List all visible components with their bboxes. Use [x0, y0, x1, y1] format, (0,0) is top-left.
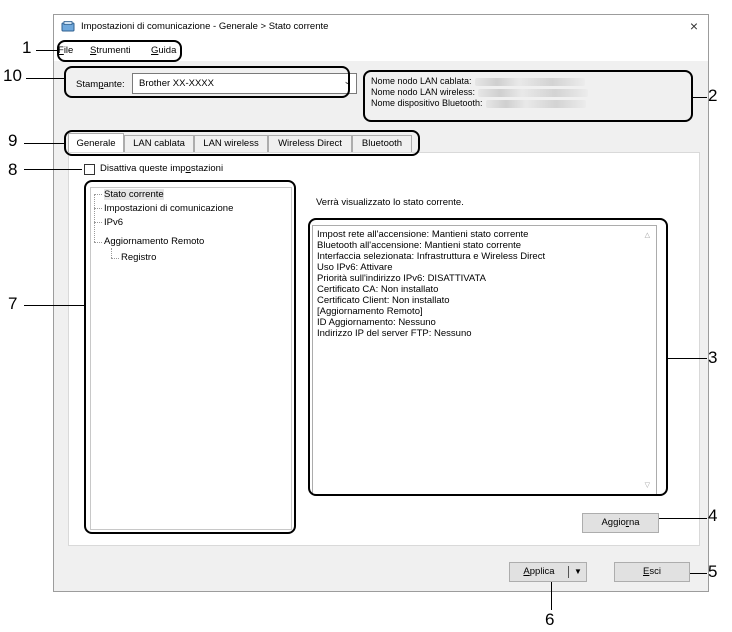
refresh-button[interactable]: Aggiorna: [582, 513, 659, 533]
callout-number-5: 5: [708, 562, 718, 581]
callout-number-8: 8: [8, 160, 18, 179]
callout-box-node-names: [363, 70, 693, 122]
callout-box-tree: [84, 180, 296, 534]
callout-number-6: 6: [545, 610, 555, 629]
split-divider: [568, 566, 569, 578]
callout-number-1: 1: [22, 38, 32, 57]
callout-box-status: [308, 218, 668, 496]
callout-number-2: 2: [708, 86, 718, 105]
apply-button[interactable]: Applica: [510, 563, 568, 581]
title-bar: Impostazioni di comunicazione - Generale…: [54, 15, 708, 41]
dropdown-arrow-icon[interactable]: ▼: [570, 563, 586, 581]
callout-number-7: 7: [8, 294, 18, 313]
callout-box-menu: [57, 40, 182, 62]
callout-box-printer: [64, 66, 350, 98]
callout-number-9: 9: [8, 131, 18, 150]
window-title: Impostazioni di comunicazione - Generale…: [81, 21, 329, 32]
exit-button[interactable]: Esci: [614, 562, 690, 582]
apply-split-button: Applica ▼: [509, 562, 587, 582]
disable-settings-label: Disattiva queste impostazioni: [100, 163, 224, 174]
callout-number-4: 4: [708, 506, 718, 525]
status-caption: Verrà visualizzato lo stato corrente.: [316, 197, 464, 208]
callout-number-10: 10: [3, 66, 22, 85]
close-icon[interactable]: ×: [690, 18, 698, 34]
disable-settings-checkbox[interactable]: [84, 164, 95, 175]
app-icon: [61, 21, 75, 32]
callout-box-tabs: [64, 130, 420, 156]
callout-number-3: 3: [708, 348, 718, 367]
